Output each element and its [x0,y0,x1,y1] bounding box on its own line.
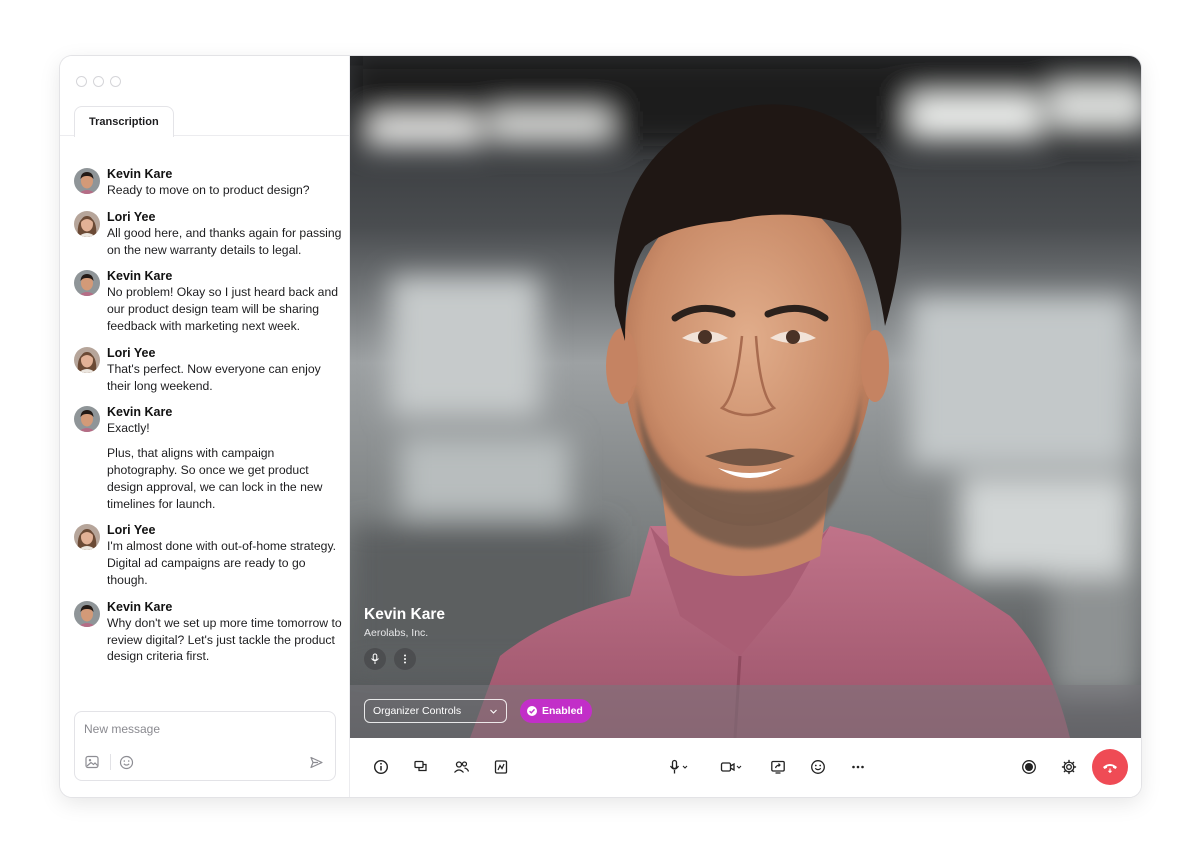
hang-up-icon [1103,764,1117,774]
shield-check-icon [527,706,537,716]
emoji-icon [811,760,825,774]
message-text: All good here, and thanks again for pass… [107,225,342,257]
avatar [74,600,100,627]
participants-icon [453,761,469,773]
settings-icon [1061,759,1077,775]
transcript-message: Kevin Kare Why don't we set up more time … [74,599,344,665]
hang-up-button[interactable] [1092,749,1128,785]
message-text: Exactly! [107,421,150,436]
tab-bar: Transcription [60,106,350,137]
image-attach-icon[interactable] [83,753,101,771]
speaker-name: Kevin Kare [364,606,445,623]
participants-button[interactable] [444,750,478,784]
window-controls [76,76,121,87]
speaker-video: Kevin Kare Aerolabs, Inc. Organizer Cont… [350,56,1141,738]
share-screen-button[interactable] [761,750,795,784]
minimize-window-button[interactable] [93,76,104,87]
speaker-org: Aerolabs, Inc. [364,627,429,639]
transcript-list: Kevin Kare Ready to move on to product de… [74,166,344,675]
message-body: Kevin Kare Ready to move on to product de… [107,166,344,199]
message-text: Why don't we set up more time tomorrow t… [107,615,342,664]
composer-divider [110,754,111,770]
maximize-window-button[interactable] [110,76,121,87]
chat-icon [414,760,427,772]
message-speaker: Kevin Kare [107,599,173,614]
transcript-message: Kevin Kare No problem! Okay so I just hea… [74,268,344,334]
avatar [74,210,100,237]
message-speaker: Lori Yee [107,345,156,360]
whiteboard-icon [494,760,508,774]
info-icon [373,759,389,775]
message-body: Kevin Kare Exactly! Plus, that aligns with… [107,404,344,512]
transcript-message: Lori Yee All good here, and thanks again … [74,209,344,259]
new-message-input[interactable] [84,720,314,738]
transcript-message: Lori Yee I'm almost done with out-of-home… [74,522,344,588]
more-icon [852,765,864,769]
transcript-message: Kevin Kare Exactly! Plus, that aligns with… [74,404,344,512]
message-body: Kevin Kare No problem! Okay so I just hea… [107,268,344,334]
message-body: Lori Yee That's perfect. Now everyone can… [107,345,344,395]
message-speaker: Lori Yee [107,209,156,224]
message-speaker: Kevin Kare [107,405,173,420]
message-speaker: Lori Yee [107,523,156,538]
camera-button[interactable] [712,750,752,784]
organizer-controls-select[interactable]: Organizer Controls [364,699,507,723]
avatar [74,524,100,551]
microphone-button[interactable] [659,750,699,784]
record-button[interactable] [1012,750,1046,784]
emoji-picker-icon[interactable] [117,753,135,771]
chevron-down-icon [490,709,497,714]
enabled-label: Enabled [542,705,583,717]
share-screen-icon [771,760,785,774]
message-body: Lori Yee All good here, and thanks again … [107,209,344,259]
chat-button[interactable] [404,750,438,784]
speaker-video-frame [350,56,1141,738]
send-icon[interactable] [307,753,325,771]
message-text: Ready to move on to product design? [107,183,310,197]
camera-icon [720,762,742,772]
message-body: Kevin Kare Why don't we set up more time … [107,599,344,665]
more-options-button[interactable] [841,750,875,784]
call-toolbar [350,738,1141,797]
info-button[interactable] [364,750,398,784]
whiteboard-button[interactable] [484,750,518,784]
record-icon [1022,760,1036,774]
avatar [74,270,100,297]
enabled-badge[interactable]: Enabled [520,699,592,723]
avatar [74,346,100,373]
message-text: Plus, that aligns with campaign photogra… [107,446,323,511]
speaker-mic-icon[interactable] [364,648,386,670]
meeting-window: Transcription Kevin Kare Ready to move on… [60,56,1141,797]
message-text: I'm almost done with out-of-home strateg… [107,539,337,587]
message-composer [74,711,336,781]
message-text: No problem! Okay so I just heard back an… [107,285,339,333]
reactions-button[interactable] [801,750,835,784]
tab-transcription[interactable]: Transcription [74,106,174,137]
transcript-message: Kevin Kare Ready to move on to product de… [74,166,344,199]
message-text: That's perfect. Now everyone can enjoy t… [107,361,321,393]
transcript-message: Lori Yee That's perfect. Now everyone can… [74,345,344,395]
settings-button[interactable] [1052,750,1086,784]
avatar [74,168,100,194]
message-body: Lori Yee I'm almost done with out-of-home… [107,522,344,588]
speaker-more-icon[interactable] [394,648,416,670]
message-speaker: Kevin Kare [107,167,173,181]
organizer-controls-label: Organizer Controls [373,705,462,717]
close-window-button[interactable] [76,76,87,87]
video-stage: Kevin Kare Aerolabs, Inc. Organizer Cont… [350,56,1141,797]
message-speaker: Kevin Kare [107,269,173,284]
microphone-icon [669,759,688,774]
avatar [74,406,100,433]
transcription-panel: Transcription Kevin Kare Ready to move on… [60,56,350,797]
